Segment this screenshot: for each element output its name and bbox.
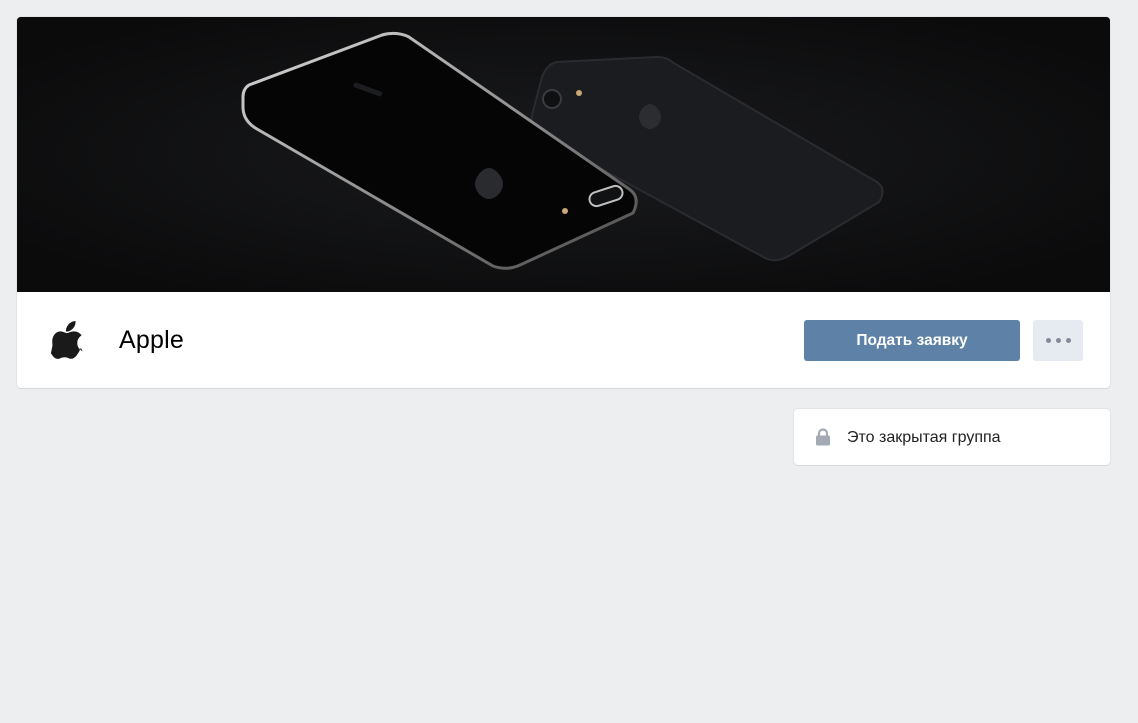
lock-icon: [815, 428, 831, 446]
group-header-row: Apple Подать заявку: [17, 292, 1110, 388]
group-name: Apple: [119, 326, 184, 354]
apply-button[interactable]: Подать заявку: [804, 320, 1020, 361]
cover-image: [17, 17, 1110, 292]
apple-logo-icon[interactable]: [50, 319, 87, 359]
closed-group-notice: Это закрытая группа: [794, 409, 1110, 465]
group-header-card: Apple Подать заявку: [17, 17, 1110, 388]
cover-phones-illustration: [17, 17, 1110, 292]
closed-group-label: Это закрытая группа: [847, 429, 1001, 446]
more-actions-button[interactable]: [1033, 320, 1083, 361]
